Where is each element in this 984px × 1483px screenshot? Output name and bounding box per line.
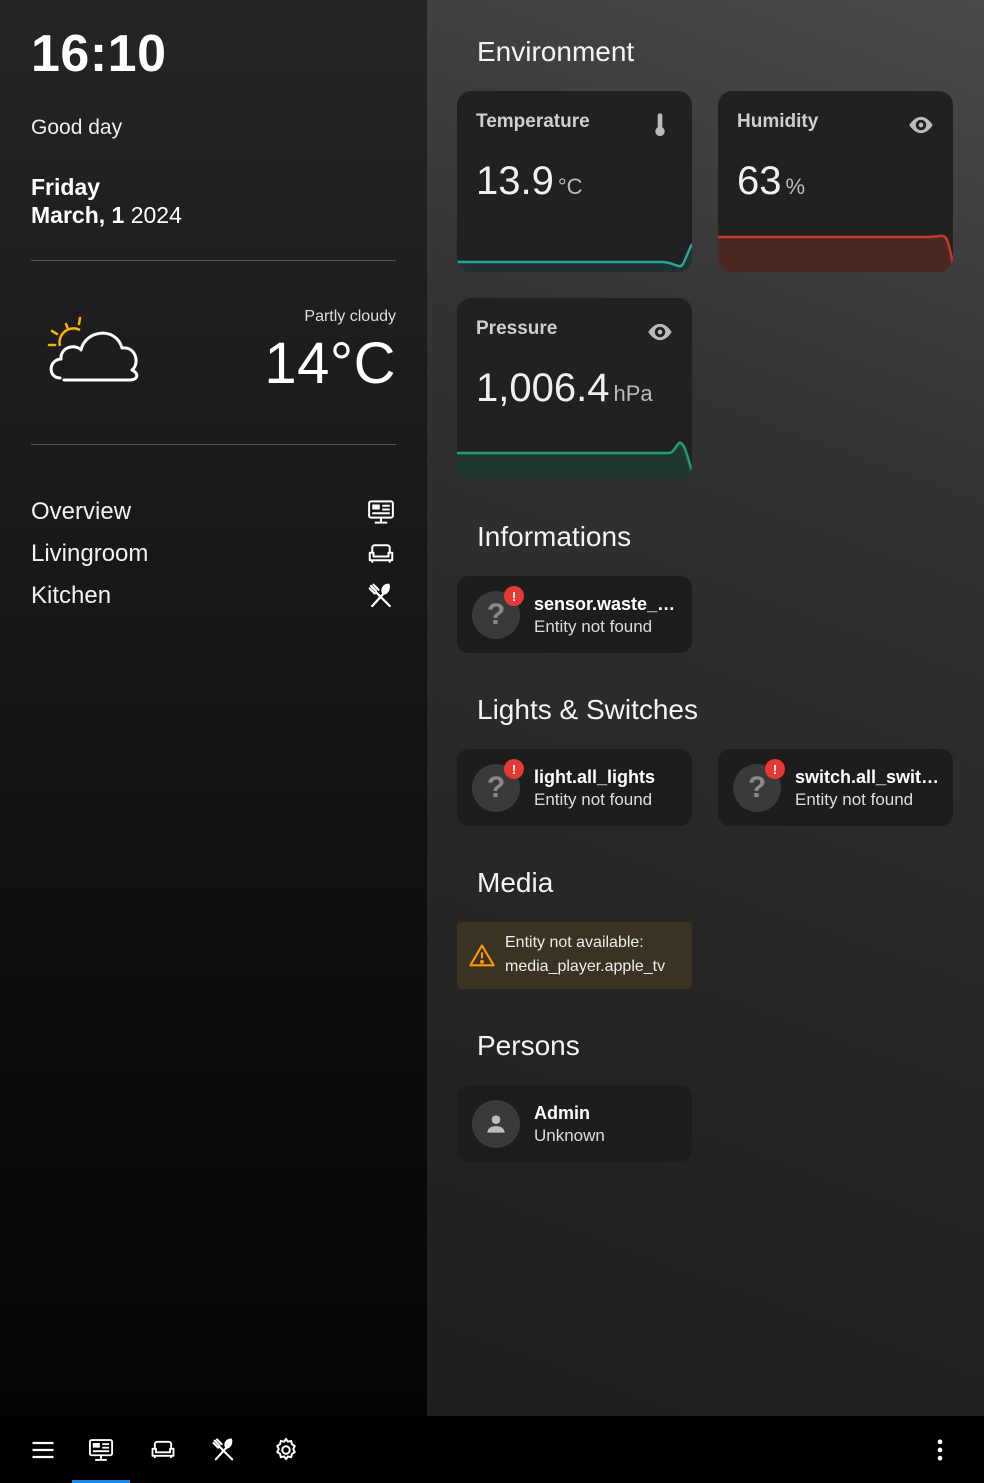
divider (31, 444, 396, 445)
date-line: March, 1 2024 (31, 202, 182, 229)
humidity-sparkline (718, 234, 953, 272)
sidebar: 16:10 Good day Friday March, 1 2024 Part… (0, 0, 427, 1416)
monitor-dashboard-icon (368, 500, 394, 524)
humidity-card[interactable]: Humidity 63% (718, 91, 953, 272)
entity-name: switch.all_swit… (795, 767, 940, 787)
entity-card-all-lights[interactable]: ? ! light.all_lights Entity not found (457, 749, 692, 826)
temperature-card[interactable]: Temperature 13.9 °C (457, 91, 692, 272)
account-icon (472, 1100, 520, 1148)
entity-name: Admin (534, 1103, 590, 1123)
sensor-name: Temperature (476, 111, 590, 132)
nav-item-livingroom[interactable]: Livingroom (31, 537, 396, 571)
entity-state: Entity not found (795, 790, 914, 809)
error-badge-icon: ! (504, 759, 524, 779)
section-title-persons: Persons (477, 1030, 580, 1061)
tab-overview[interactable] (72, 1416, 130, 1483)
date-year: 2024 (124, 202, 182, 228)
section-title-media: Media (477, 867, 554, 898)
entity-card-waste-sensor[interactable]: ? ! sensor.waste_… Entity not found (457, 576, 692, 653)
sensor-name: Pressure (476, 318, 558, 339)
dots-vertical-icon (937, 1439, 943, 1460)
bottom-navigation-bar (0, 1416, 984, 1483)
sofa-icon (368, 544, 394, 563)
entity-name: sensor.waste_… (534, 594, 676, 614)
pressure-card[interactable]: Pressure 1,006.4 hPa (457, 298, 692, 479)
date-month-day: March, 1 (31, 202, 125, 228)
sofa-icon (151, 1440, 175, 1458)
silverware-icon (212, 1437, 234, 1460)
divider (31, 260, 396, 261)
partly-cloudy-icon (47, 316, 139, 382)
weather-condition: Partly cloudy (304, 308, 396, 325)
more-options-button[interactable] (911, 1416, 969, 1483)
eye-icon (648, 323, 672, 341)
entity-state: Entity not found (534, 617, 653, 636)
thermometer-icon (655, 113, 665, 137)
section-title-environment: Environment (477, 36, 635, 67)
nav-item-label: Livingroom (31, 540, 149, 567)
menu-button[interactable] (14, 1416, 72, 1483)
warning-icon (469, 944, 495, 967)
tab-kitchen[interactable] (195, 1416, 253, 1483)
media-warning-card: Entity not available: media_player.apple… (457, 922, 692, 989)
error-badge-icon: ! (504, 586, 524, 606)
entity-state: Unknown (534, 1126, 605, 1145)
silverware-icon (368, 583, 391, 608)
entity-name: light.all_lights (534, 767, 656, 787)
clock: 16:10 (31, 25, 167, 83)
pressure-sparkline (457, 441, 692, 479)
nav-item-label: Kitchen (31, 582, 112, 609)
entity-card-all-switches[interactable]: ? ! switch.all_swit… Entity not found (718, 749, 953, 826)
weather-temperature: 14°C (264, 331, 396, 396)
sensor-value: 63% (737, 159, 806, 203)
nav-item-label: Overview (31, 498, 132, 525)
monitor-dashboard-icon (88, 1438, 114, 1461)
person-card-admin[interactable]: Admin Unknown (457, 1085, 692, 1162)
section-title-lights: Lights & Switches (477, 694, 698, 725)
date-weekday: Friday (31, 174, 101, 200)
tab-livingroom[interactable] (134, 1416, 192, 1483)
sensor-value: 1,006.4 hPa (476, 366, 653, 410)
entity-state: Entity not found (534, 790, 653, 809)
sensor-name: Humidity (737, 111, 819, 132)
sensor-value: 13.9 °C (476, 159, 583, 203)
gear-icon (276, 1437, 296, 1460)
warning-text-line2: media_player.apple_tv (505, 958, 666, 975)
section-title-informations: Informations (477, 521, 632, 552)
tab-settings[interactable] (257, 1416, 315, 1483)
temperature-sparkline (457, 243, 692, 272)
nav-item-kitchen[interactable]: Kitchen (31, 579, 396, 613)
greeting: Good day (31, 116, 123, 139)
eye-icon (909, 116, 933, 134)
main-panel: Environment Temperature 13.9 °C Humidity … (427, 0, 984, 1416)
menu-icon (32, 1441, 54, 1458)
warning-text-line1: Entity not available: (505, 934, 644, 951)
nav-item-overview[interactable]: Overview (31, 495, 396, 529)
error-badge-icon: ! (765, 759, 785, 779)
